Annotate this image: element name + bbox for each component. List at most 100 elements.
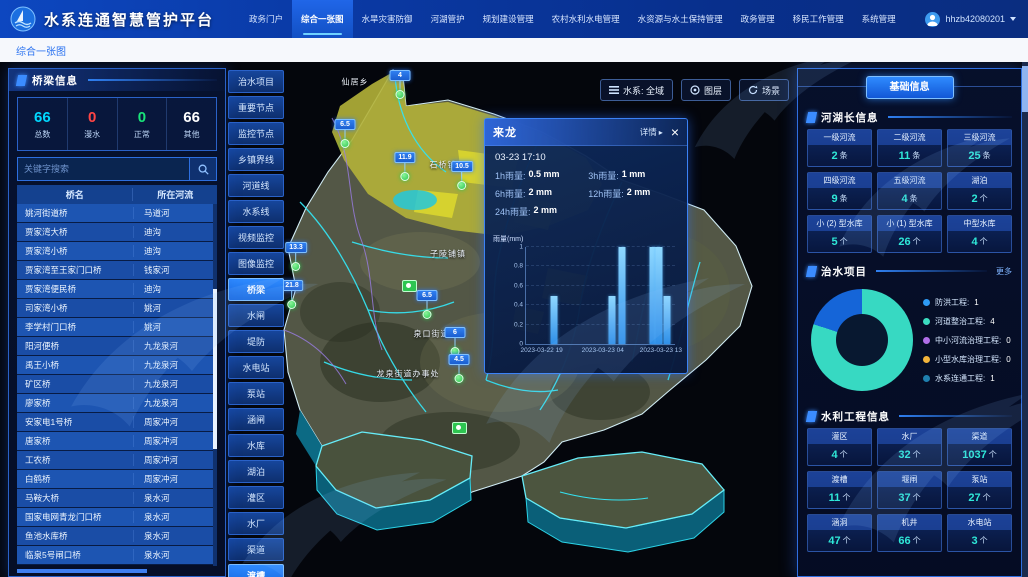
popup-detail-link[interactable]: 详情 bbox=[640, 126, 657, 138]
nav-item[interactable]: 农村水利水电管理 bbox=[543, 0, 629, 38]
layer-menu-item[interactable]: 水库 bbox=[228, 434, 284, 457]
info-card[interactable]: 湖泊2个 bbox=[947, 172, 1012, 210]
info-card[interactable]: 堰闸37个 bbox=[877, 471, 942, 509]
info-card[interactable]: 二级河流11条 bbox=[877, 129, 942, 167]
breadcrumb[interactable]: 综合一张图 bbox=[16, 43, 66, 58]
table-row[interactable]: 唐家桥周家冲河 bbox=[17, 432, 217, 451]
user-menu[interactable]: hhzb42080201 bbox=[925, 12, 1016, 27]
map-marker[interactable]: 4 bbox=[390, 70, 411, 99]
scene-button[interactable]: 场景 bbox=[739, 79, 789, 101]
rainfall-stats: 1h雨量:0.5 mm3h雨量:1 mm6h雨量:2 mm12h雨量:2 mm2… bbox=[495, 169, 677, 218]
layer-menu-item[interactable]: 渠道 bbox=[228, 538, 284, 561]
table-row[interactable]: 阳河便桥九龙泉河 bbox=[17, 337, 217, 356]
layer-menu-item[interactable]: 灌区 bbox=[228, 486, 284, 509]
map-marker[interactable]: 11.9 bbox=[394, 152, 415, 181]
table-row[interactable]: 工农桥周家冲河 bbox=[17, 451, 217, 470]
info-card[interactable]: 中型水库4个 bbox=[947, 215, 1012, 253]
layer-menu-item[interactable]: 重要节点 bbox=[228, 96, 284, 119]
layer-menu-item[interactable]: 治水项目 bbox=[228, 70, 284, 93]
info-card[interactable]: 三级河流25条 bbox=[947, 129, 1012, 167]
bridge-name-cell: 贾家湾小桥 bbox=[17, 245, 133, 257]
layer-menu-item[interactable]: 堤防 bbox=[228, 330, 284, 353]
nav-item[interactable]: 移民工作管理 bbox=[784, 0, 853, 38]
table-row[interactable]: 贾家湾便民桥迪沟 bbox=[17, 280, 217, 299]
water-system-scope-button[interactable]: 水系: 全域 bbox=[600, 79, 673, 101]
page-scrollbar-thumb[interactable] bbox=[1022, 66, 1028, 112]
table-row[interactable]: 廖家桥九龙泉河 bbox=[17, 394, 217, 413]
more-link[interactable]: 更多 bbox=[996, 266, 1012, 277]
info-card[interactable]: 灌区4个 bbox=[807, 428, 872, 466]
table-row[interactable]: 贾家湾大桥迪沟 bbox=[17, 223, 217, 242]
info-card[interactable]: 涵洞47个 bbox=[807, 514, 872, 552]
search-input[interactable] bbox=[18, 158, 189, 180]
info-card[interactable]: 小 (2) 型水库5个 bbox=[807, 215, 872, 253]
layer-menu-item[interactable]: 水闸 bbox=[228, 304, 284, 327]
info-card[interactable]: 泵站27个 bbox=[947, 471, 1012, 509]
info-card[interactable]: 四级河流9条 bbox=[807, 172, 872, 210]
info-card[interactable]: 一级河流2条 bbox=[807, 129, 872, 167]
layer-menu-item[interactable]: 河道线 bbox=[228, 174, 284, 197]
info-card[interactable]: 小 (1) 型水库26个 bbox=[877, 215, 942, 253]
map-workspace: 仙居乡石桥铺子陵铺镇泉口街道办龙泉街道办事处 46.511.910.513.32… bbox=[0, 62, 1028, 577]
camera-icon[interactable] bbox=[452, 422, 467, 434]
map-marker[interactable]: 13.3 bbox=[285, 242, 307, 271]
nav-item[interactable]: 综合一张图 bbox=[292, 0, 353, 38]
table-row[interactable]: 李学村门口桥姚河 bbox=[17, 318, 217, 337]
table-row[interactable]: 马鞍大桥泉水河 bbox=[17, 489, 217, 508]
layer-menu-item[interactable]: 视频监控 bbox=[228, 226, 284, 249]
layer-menu-item[interactable]: 泵站 bbox=[228, 382, 284, 405]
project-info-section-title: 水利工程信息 bbox=[821, 409, 890, 424]
nav-item[interactable]: 规划建设管理 bbox=[474, 0, 543, 38]
table-row[interactable]: 白鹤桥周家冲河 bbox=[17, 470, 217, 489]
nav-item[interactable]: 政务门户 bbox=[240, 0, 292, 38]
layer-menu-item[interactable]: 桥梁 bbox=[228, 278, 284, 301]
table-row[interactable]: 司家湾小桥姚河 bbox=[17, 299, 217, 318]
nav-item[interactable]: 政务管理 bbox=[732, 0, 784, 38]
layer-menu-item[interactable]: 水厂 bbox=[228, 512, 284, 535]
info-card[interactable]: 渠道1037个 bbox=[947, 428, 1012, 466]
layer-menu-item[interactable]: 渡槽 bbox=[228, 564, 284, 577]
nav-item[interactable]: 河湖管护 bbox=[422, 0, 474, 38]
map-marker[interactable]: 10.5 bbox=[451, 161, 473, 190]
rain-bar bbox=[609, 296, 616, 345]
table-row[interactable]: 贾家湾小桥迪沟 bbox=[17, 242, 217, 261]
info-card[interactable]: 水厂32个 bbox=[877, 428, 942, 466]
map-marker[interactable]: 6 bbox=[445, 327, 466, 356]
table-row[interactable]: 矿区桥九龙泉河 bbox=[17, 375, 217, 394]
close-icon[interactable]: × bbox=[671, 125, 679, 139]
table-row[interactable]: 姚河街道桥马道河 bbox=[17, 204, 217, 223]
map-marker[interactable]: 6.5 bbox=[335, 119, 356, 148]
nav-item[interactable]: 水资源与水土保持管理 bbox=[629, 0, 732, 38]
info-card-value-row: 25条 bbox=[948, 145, 1011, 166]
layer-menu-item[interactable]: 图像监控 bbox=[228, 252, 284, 275]
map-marker[interactable]: 6.5 bbox=[417, 290, 438, 319]
layers-button[interactable]: 图层 bbox=[681, 79, 731, 101]
info-card[interactable]: 水电站3个 bbox=[947, 514, 1012, 552]
page-scrollbar[interactable] bbox=[1022, 62, 1028, 577]
table-row[interactable]: 禹王小桥九龙泉河 bbox=[17, 356, 217, 375]
search-button[interactable] bbox=[189, 158, 216, 180]
layer-menu-item[interactable]: 涵闸 bbox=[228, 408, 284, 431]
camera-icon[interactable] bbox=[402, 280, 417, 292]
layer-menu-item[interactable]: 水系线 bbox=[228, 200, 284, 223]
table-row[interactable]: 鱼池水库桥泉水河 bbox=[17, 527, 217, 546]
table-row[interactable]: 贾家湾至王家门口桥钱家河 bbox=[17, 261, 217, 280]
table-row[interactable]: 安家电1号桥周家冲河 bbox=[17, 413, 217, 432]
table-scrollbar-thumb[interactable] bbox=[213, 289, 217, 449]
info-card[interactable]: 机井66个 bbox=[877, 514, 942, 552]
layer-menu-item[interactable]: 水电站 bbox=[228, 356, 284, 379]
table-horizontal-scrollbar[interactable] bbox=[17, 569, 147, 573]
map-marker[interactable]: 4.5 bbox=[449, 354, 470, 383]
table-row[interactable]: 临泉5号闸口桥泉水河 bbox=[17, 546, 217, 565]
table-scrollbar[interactable] bbox=[213, 204, 217, 566]
basic-info-button[interactable]: 基础信息 bbox=[866, 76, 954, 99]
info-card[interactable]: 渡槽11个 bbox=[807, 471, 872, 509]
layer-menu-item[interactable]: 乡镇界线 bbox=[228, 148, 284, 171]
info-card[interactable]: 五级河流4条 bbox=[877, 172, 942, 210]
nav-item[interactable]: 系统管理 bbox=[853, 0, 905, 38]
table-row[interactable]: 国家电网青龙门口桥泉水河 bbox=[17, 508, 217, 527]
layer-menu-item[interactable]: 监控节点 bbox=[228, 122, 284, 145]
layer-menu-item[interactable]: 湖泊 bbox=[228, 460, 284, 483]
nav-item[interactable]: 水旱灾害防御 bbox=[353, 0, 422, 38]
map-marker[interactable]: 21.8 bbox=[281, 280, 303, 309]
